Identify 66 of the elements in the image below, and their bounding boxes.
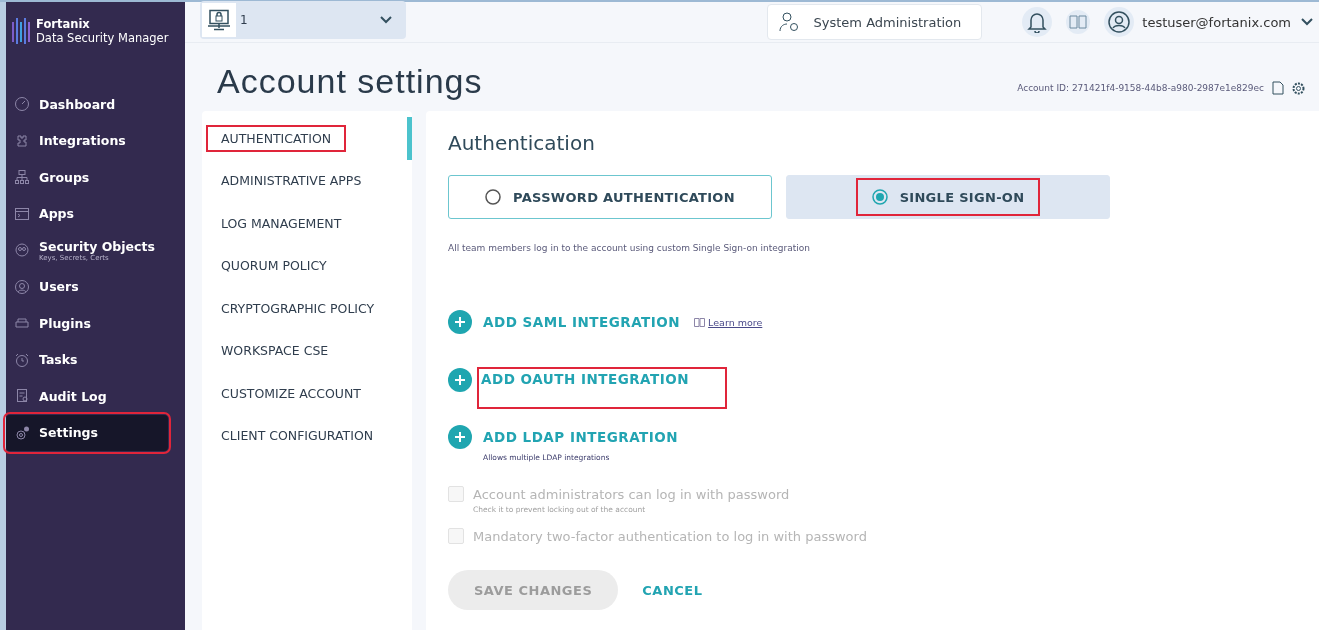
account-value: 1 <box>240 13 249 27</box>
learn-more-link[interactable]: Learn more <box>708 316 763 328</box>
checkbox-label: Account administrators can log in with password <box>473 486 790 502</box>
bell-icon <box>1027 11 1048 33</box>
nav-item[interactable]: Tasks <box>6 341 168 378</box>
description-text: All team members log in to the account using custom Single Sign-on integration <box>448 243 811 253</box>
checkbox-label: Mandatory two-factor authentication to log in with password <box>473 528 867 544</box>
laptop-lock-icon <box>207 9 231 31</box>
nav-label: Settings <box>39 425 98 441</box>
gear-icon <box>14 424 30 441</box>
chevron-down-icon <box>380 16 392 24</box>
nav-label: Apps <box>39 206 74 222</box>
page-title: Account settings <box>217 62 483 101</box>
nav-label: Audit Log <box>39 388 107 404</box>
user-icon <box>14 278 30 295</box>
settings-menu-item[interactable]: AUTHENTICATION <box>202 117 412 160</box>
nav-item[interactable]: Settings <box>6 414 168 451</box>
settings-menu-item[interactable]: QUORUM POLICY <box>202 244 412 287</box>
nav-item[interactable]: Users <box>6 268 168 305</box>
settings-menu-item[interactable]: LOG MANAGEMENT <box>202 202 412 245</box>
logo-icon <box>12 16 32 46</box>
nav-label: Tasks <box>39 352 78 368</box>
nav-item[interactable]: Apps <box>6 195 168 232</box>
nav-label: Security Objects <box>39 238 155 254</box>
documentation-button[interactable] <box>1066 10 1091 34</box>
gauge-icon <box>14 96 30 113</box>
avatar-button[interactable] <box>1104 7 1135 37</box>
product-name: Data Security Manager <box>36 30 169 45</box>
plus-circle-icon <box>448 310 472 334</box>
nav-label: Users <box>39 279 79 295</box>
chevron-down-icon <box>1301 18 1313 26</box>
nav-label: Integrations <box>39 133 126 149</box>
settings-menu-item[interactable]: CLIENT CONFIGURATION <box>202 414 412 457</box>
nav-item[interactable]: Dashboard <box>6 86 168 123</box>
brand-name: Fortanix <box>36 17 91 31</box>
avatar-icon <box>1108 11 1131 33</box>
settings-menu-item[interactable]: CRYPTOGRAPHIC POLICY <box>202 287 412 330</box>
auth-option[interactable]: PASSWORD AUTHENTICATION <box>448 175 772 219</box>
nav-item[interactable]: Groups <box>6 159 168 196</box>
account-selector[interactable]: 1 <box>200 1 406 39</box>
plus-circle-icon <box>448 367 472 392</box>
book-icon <box>694 317 706 327</box>
notifications-button[interactable] <box>1022 7 1053 37</box>
settings-menu-item[interactable]: ADMINISTRATIVE APPS <box>202 159 412 202</box>
terminal-icon <box>14 205 30 222</box>
nav-label: Plugins <box>39 315 91 331</box>
section-title: Authentication <box>448 131 596 155</box>
settings-menu-item[interactable]: CUSTOMIZE ACCOUNT <box>202 372 412 415</box>
auth-option[interactable]: SINGLE SIGN-ON <box>786 175 1110 219</box>
gear-icon <box>1292 81 1305 95</box>
radio-selected-icon <box>871 189 888 205</box>
nav-label: Dashboard <box>39 96 116 112</box>
document-icon <box>14 388 30 405</box>
nav-item[interactable]: Integrations <box>6 122 168 159</box>
radio-icon <box>485 189 502 205</box>
book-icon <box>1069 15 1088 29</box>
hierarchy-icon <box>14 169 30 186</box>
nav-item[interactable]: Audit Log <box>6 378 168 415</box>
alarm-clock-icon <box>14 351 30 368</box>
nav-label: Groups <box>39 169 90 185</box>
nav-item[interactable]: Plugins <box>6 305 168 342</box>
settings-menu-item[interactable]: WORKSPACE CSE <box>202 329 412 372</box>
plus-circle-icon <box>448 425 472 449</box>
account-id: Account ID: 271421f4-9158-44b8-a980-2987e1e829ec <box>1017 83 1264 93</box>
copy-icon <box>1272 81 1284 95</box>
system-administration-button[interactable]: System Administration <box>766 4 983 40</box>
